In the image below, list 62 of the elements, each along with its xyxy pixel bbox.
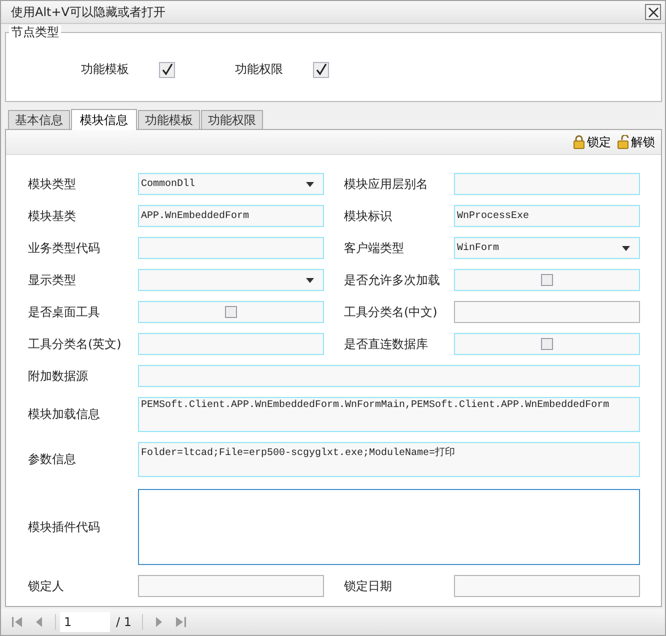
input-field[interactable] [138, 237, 324, 259]
dropdown[interactable]: CommonDll [138, 173, 324, 195]
padlock-icon [573, 135, 585, 149]
close-button[interactable] [645, 4, 661, 20]
checkbox-field[interactable] [454, 269, 640, 291]
checkbox[interactable] [541, 274, 553, 286]
field-label: 附加数据源 [28, 368, 89, 384]
checkbox[interactable] [313, 62, 329, 78]
input-field[interactable] [454, 301, 640, 323]
input-field[interactable] [138, 333, 324, 355]
field-label: 工具分类名(中文) [344, 304, 438, 320]
field-label: 锁定日期 [344, 578, 393, 594]
field-label: 模块应用层别名 [344, 176, 429, 192]
checkbox-field[interactable] [138, 301, 324, 323]
checkbox[interactable] [541, 338, 553, 350]
dropdown[interactable] [138, 269, 324, 291]
caret-icon [306, 278, 314, 283]
caret-icon [622, 246, 630, 251]
input-field[interactable]: WnProcessExe [454, 205, 640, 227]
tab[interactable]: 基本信息 [8, 110, 70, 129]
window-title: 使用Alt+V可以隐藏或者打开 [11, 4, 166, 20]
field-label: 是否允许多次加载 [344, 272, 441, 288]
checkbox[interactable] [159, 62, 175, 78]
input-field[interactable] [138, 575, 324, 597]
tab[interactable]: 功能模板 [138, 110, 200, 129]
checkbox-field[interactable] [454, 333, 640, 355]
unlock-button[interactable]: 解锁 [617, 134, 655, 150]
field-label: 模块加载信息 [28, 406, 101, 423]
field-label: 模块插件代码 [28, 518, 101, 536]
tab[interactable]: 功能权限 [201, 110, 263, 129]
lock-button[interactable]: 锁定 [573, 134, 611, 150]
caret-icon [306, 182, 314, 187]
field-label: 是否桌面工具 [28, 304, 101, 320]
text-area[interactable]: Folder=ltcad;File=erp500-scgyglxt.exe;ModuleName=打印 [138, 442, 640, 477]
field-label: 模块标识 [344, 208, 393, 224]
field-label: 是否直连数据库 [344, 336, 429, 352]
page-number-field[interactable]: 1 [60, 612, 110, 632]
first-page-icon[interactable] [11, 616, 23, 628]
close-icon [648, 6, 658, 18]
field-label: 模块类型 [28, 176, 77, 192]
input-field[interactable]: APP.WnEmbeddedForm [138, 205, 324, 227]
text-area[interactable]: PEMSoft.Client.APP.WnEmbeddedForm.WnFormMain,PEMSoft.Client.APP.WnEmbeddedForm [138, 397, 640, 432]
field-label: 客户端类型 [344, 240, 405, 256]
open-padlock-icon [617, 135, 629, 149]
tab[interactable]: 模块信息 [71, 109, 137, 130]
input-field[interactable] [138, 365, 640, 387]
input-field[interactable] [454, 173, 640, 195]
last-page-icon[interactable] [174, 616, 186, 628]
input-field[interactable] [454, 575, 640, 597]
field-label: 业务类型代码 [28, 240, 101, 256]
dropdown[interactable]: WinForm [454, 237, 640, 259]
text-area[interactable] [138, 489, 640, 565]
group-title: 节点类型 [9, 25, 61, 39]
page-total: / 1 [116, 615, 132, 629]
field-label: 工具分类名(英文) [28, 336, 122, 352]
field-label: 参数信息 [28, 451, 77, 468]
checkbox[interactable] [225, 306, 237, 318]
option-label: 功能模板 [81, 61, 129, 78]
field-label: 显示类型 [28, 272, 77, 288]
option-label: 功能权限 [235, 61, 283, 78]
field-label: 锁定人 [28, 578, 65, 594]
field-label: 模块基类 [28, 208, 77, 224]
